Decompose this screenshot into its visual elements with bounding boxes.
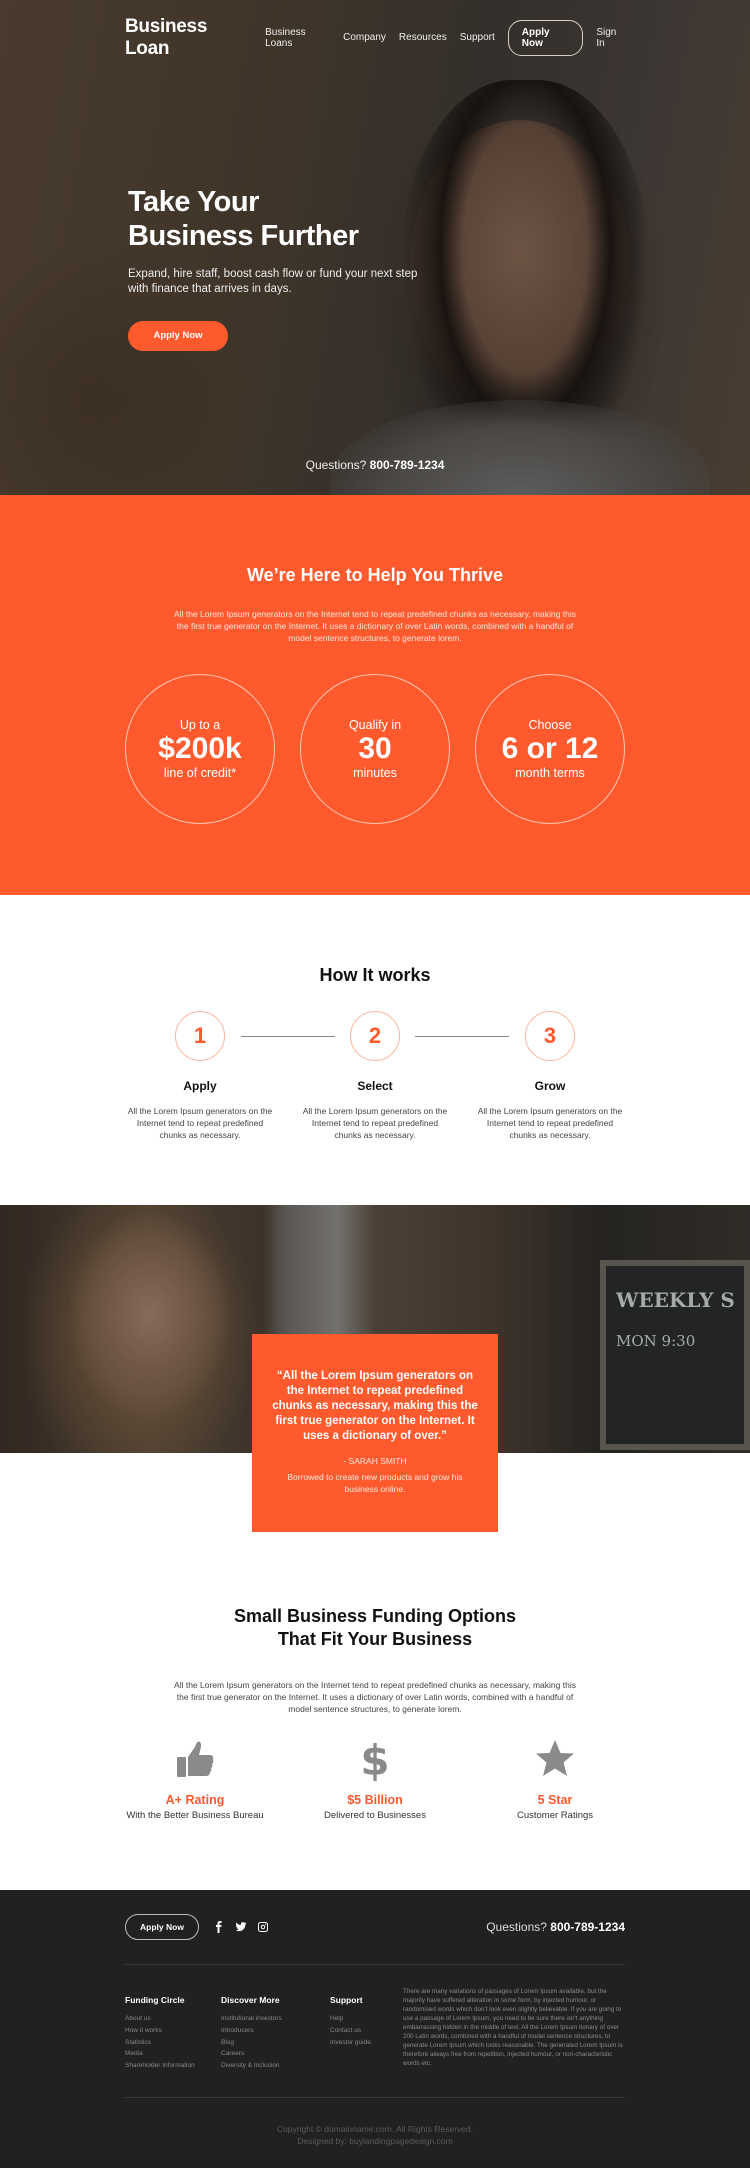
footer-phone: Questions? 800-789-1234 bbox=[486, 1920, 625, 1934]
footer-top: Apply Now Questions? 800-789-1234 bbox=[125, 1890, 625, 1965]
stat-circle-qualify: Qualify in 30 minutes bbox=[300, 674, 450, 824]
footer-link[interactable]: How it works bbox=[125, 2025, 221, 2037]
hero-subtitle: Expand, hire staff, boost cash flow or f… bbox=[128, 268, 418, 295]
footer-link[interactable]: Careers bbox=[221, 2048, 330, 2060]
footer-paragraph: There are many variations of passages of… bbox=[403, 1988, 623, 2067]
step-select: 2 Select All the Lorem Ipsum generators … bbox=[300, 1011, 450, 1141]
feature-subtitle: Customer Ratings bbox=[516, 1810, 594, 1821]
hero-apply-now-button[interactable]: Apply Now bbox=[128, 321, 228, 351]
nav-menu: Business Loans Company Resources Support… bbox=[252, 19, 625, 56]
facebook-icon[interactable] bbox=[213, 1921, 225, 1933]
footer-col-funding-circle: Funding Circle About us How it works Sta… bbox=[125, 1987, 221, 2097]
star-icon bbox=[536, 1740, 574, 1776]
testimonial-note: Borrowed to create new products and grow… bbox=[287, 1472, 463, 1494]
step-number: 1 bbox=[175, 1011, 225, 1061]
features: A+ Rating With the Better Business Burea… bbox=[115, 1737, 635, 1821]
nav-apply-now-button[interactable]: Apply Now bbox=[507, 19, 584, 56]
footer-apply-now-button[interactable]: Apply Now bbox=[125, 1914, 199, 1940]
nav-sign-in-link[interactable]: Sign In bbox=[596, 27, 625, 49]
hero-phone-number[interactable]: 800-789-1234 bbox=[370, 458, 445, 472]
designer-credit: Designed by: buylandingpagedesign.com bbox=[297, 2136, 453, 2146]
logo[interactable]: Business Loan bbox=[125, 16, 252, 60]
thrive-title: We’re Here to Help You Thrive bbox=[246, 565, 504, 585]
footer-link[interactable]: Diversity & Inclusion bbox=[221, 2060, 330, 2072]
hero-title: Take Your Business Further bbox=[128, 186, 359, 252]
step-text: All the Lorem Ipsum generators on the In… bbox=[127, 1106, 273, 1140]
step-connector bbox=[415, 1036, 509, 1037]
footer-link[interactable]: About us bbox=[125, 2013, 221, 2025]
footer-col-support: Support Help Contact us Investor guide bbox=[330, 1987, 403, 2097]
how-title: How It works bbox=[319, 965, 431, 985]
footer-col-discover-more: Discover More Institutional investors In… bbox=[221, 1987, 330, 2097]
footer-link[interactable]: Blog bbox=[221, 2037, 330, 2049]
hero-section: Business Loan Business Loans Company Res… bbox=[0, 0, 750, 495]
footer-columns: Funding Circle About us How it works Sta… bbox=[125, 1965, 625, 2098]
footer-col-title: Support bbox=[330, 1995, 363, 2005]
footer-link[interactable]: Investor guide bbox=[330, 2037, 403, 2049]
top-nav: Business Loan Business Loans Company Res… bbox=[0, 0, 750, 75]
svg-text:$: $ bbox=[360, 1737, 389, 1781]
feature-billion: $ $5 Billion Delivered to Businesses bbox=[295, 1737, 455, 1821]
step-number: 2 bbox=[350, 1011, 400, 1061]
funding-paragraph: All the Lorem Ipsum generators on the In… bbox=[174, 1680, 576, 1714]
footer-link[interactable]: Contact us bbox=[330, 2025, 403, 2037]
step-name: Apply bbox=[183, 1079, 217, 1093]
footer-col-title: Discover More bbox=[221, 1995, 280, 2005]
step-number: 3 bbox=[525, 1011, 575, 1061]
footer: Apply Now Questions? 800-789-1234 Fundin… bbox=[0, 1890, 750, 2168]
step-name: Grow bbox=[534, 1079, 566, 1093]
funding-section: Small Business Funding Options That Fit … bbox=[0, 1555, 750, 1890]
nav-link-support[interactable]: Support bbox=[460, 32, 495, 43]
thrive-paragraph: All the Lorem Ipsum generators on the In… bbox=[174, 609, 576, 643]
dollar-icon: $ bbox=[360, 1737, 389, 1781]
nav-link-resources[interactable]: Resources bbox=[399, 32, 447, 43]
step-text: All the Lorem Ipsum generators on the In… bbox=[477, 1106, 623, 1140]
hero-phone: Questions? 800-789-1234 bbox=[305, 458, 445, 472]
footer-link[interactable]: Institutional investors bbox=[221, 2013, 330, 2025]
testimonial-author: - SARAH SMITH bbox=[343, 1456, 407, 1466]
testimonial-quote: “All the Lorem Ipsum generators on the I… bbox=[272, 1370, 478, 1442]
testimonial-section: WEEKLY S MON 9:30 “All the Lorem Ipsum g… bbox=[0, 1205, 750, 1555]
footer-phone-number[interactable]: 800-789-1234 bbox=[550, 1920, 625, 1934]
footer-link[interactable]: Media bbox=[125, 2048, 221, 2060]
footer-link[interactable]: Statistics bbox=[125, 2037, 221, 2049]
steps: 1 Apply All the Lorem Ipsum generators o… bbox=[125, 1011, 625, 1141]
feature-title: 5 Star bbox=[537, 1793, 573, 1807]
step-connector bbox=[241, 1036, 335, 1037]
footer-link[interactable]: Introducers bbox=[221, 2025, 330, 2037]
funding-title: Small Business Funding Options That Fit … bbox=[233, 1606, 517, 1649]
stat-circles: Up to a $200k line of credit* Qualify in… bbox=[125, 674, 625, 824]
step-text: All the Lorem Ipsum generators on the In… bbox=[302, 1106, 448, 1140]
twitter-icon[interactable] bbox=[235, 1921, 247, 1933]
thumbs-up-icon bbox=[177, 1741, 214, 1777]
feature-subtitle: Delivered to Businesses bbox=[324, 1810, 426, 1821]
hero-content: Take Your Business Further Expand, hire … bbox=[128, 185, 428, 351]
thrive-section: We’re Here to Help You Thrive All the Lo… bbox=[0, 495, 750, 895]
nav-link-company[interactable]: Company bbox=[343, 32, 386, 43]
feature-star: 5 Star Customer Ratings bbox=[475, 1737, 635, 1821]
footer-col-title: Funding Circle bbox=[125, 1995, 185, 2005]
nav-link-business-loans[interactable]: Business Loans bbox=[265, 27, 330, 49]
copyright: Copyright © domainname.com. All Rights R… bbox=[125, 2098, 625, 2147]
feature-rating: A+ Rating With the Better Business Burea… bbox=[115, 1737, 275, 1821]
stat-circle-credit: Up to a $200k line of credit* bbox=[125, 674, 275, 824]
stat-circle-terms: Choose 6 or 12 month terms bbox=[475, 674, 625, 824]
how-it-works-section: How It works 1 Apply All the Lorem Ipsum… bbox=[0, 895, 750, 1205]
footer-link[interactable]: Help bbox=[330, 2013, 403, 2025]
social-links bbox=[213, 1921, 269, 1933]
instagram-icon[interactable] bbox=[257, 1921, 269, 1933]
step-grow: 3 Grow All the Lorem Ipsum generators on… bbox=[475, 1011, 625, 1141]
step-name: Select bbox=[357, 1079, 393, 1093]
step-apply: 1 Apply All the Lorem Ipsum generators o… bbox=[125, 1011, 275, 1141]
feature-title: A+ Rating bbox=[165, 1793, 225, 1807]
feature-title: $5 Billion bbox=[347, 1793, 403, 1807]
testimonial-card: “All the Lorem Ipsum generators on the I… bbox=[252, 1334, 498, 1532]
feature-subtitle: With the Better Business Bureau bbox=[126, 1810, 264, 1821]
footer-link[interactable]: Shareholder Information bbox=[125, 2060, 221, 2072]
